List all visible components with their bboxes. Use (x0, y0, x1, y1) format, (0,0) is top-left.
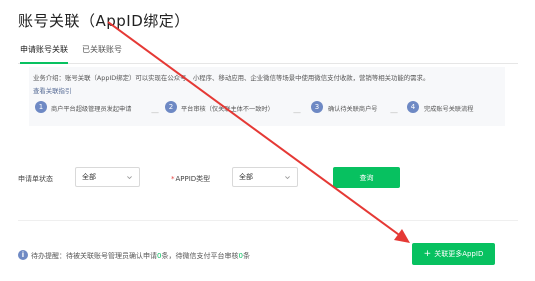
page-title: 账号关联（AppID绑定） (18, 12, 190, 30)
step-separator: — (293, 108, 301, 117)
notice-prefix: 待办提醒：待被关联账号管理员确认申请 (31, 252, 157, 260)
add-more-appid-button[interactable]: + 关联更多AppID (412, 243, 495, 265)
step-separator: — (151, 108, 159, 117)
info-icon: i (18, 250, 28, 260)
step-2-icon: 2 (165, 101, 177, 113)
required-mark: * (171, 175, 175, 183)
step-4-icon: 4 (407, 101, 419, 113)
divider (18, 220, 518, 221)
tab-bar: 申请账号关联 已关联账号 (18, 44, 518, 64)
tab-apply-association[interactable]: 申请账号关联 (20, 44, 68, 64)
todo-notice: 待办提醒：待被关联账号管理员确认申请0条，待微信支付平台审核0条 (31, 251, 250, 261)
status-select-value: 全部 (82, 173, 96, 181)
step-3-label: 确认待关联商户号 (328, 106, 378, 113)
query-button[interactable]: 查询 (333, 167, 400, 188)
step-4-label: 完成账号关联流程 (424, 106, 474, 113)
annotation-arrow (107, 21, 410, 243)
step-3-icon: 3 (311, 101, 323, 113)
chevron-down-icon (127, 176, 132, 180)
add-more-appid-label: 关联更多AppID (434, 250, 484, 258)
plus-icon: + (423, 249, 432, 259)
status-filter-label: 申请单状态 (18, 175, 53, 183)
step-1-label: 商户平台超级管理员发起申请 (51, 106, 132, 113)
appid-type-label-text: APPID类型 (175, 175, 211, 183)
notice-suffix: 条 (242, 252, 250, 260)
intro-text: 业务介绍：账号关联（AppID绑定）可以实现在公众号、小程序、移动应用、企业微信… (33, 74, 430, 82)
guide-link[interactable]: 查看关联指引 (33, 86, 71, 95)
appid-type-select[interactable]: 全部 (232, 167, 298, 187)
step-separator: — (390, 108, 398, 117)
step-2-label: 平台审核（仅关联主体不一致时） (181, 106, 274, 113)
step-1-icon: 1 (35, 101, 47, 113)
intro-panel: 业务介绍：账号关联（AppID绑定）可以实现在公众号、小程序、移动应用、企业微信… (29, 67, 505, 126)
notice-middle: 条，待微信支付平台审核 (161, 252, 239, 260)
appid-type-select-value: 全部 (239, 173, 253, 181)
chevron-down-icon (285, 176, 290, 180)
tab-associated-accounts[interactable]: 已关联账号 (82, 44, 122, 64)
appid-type-label: *APPID类型 (171, 174, 210, 184)
status-select[interactable]: 全部 (75, 167, 140, 187)
